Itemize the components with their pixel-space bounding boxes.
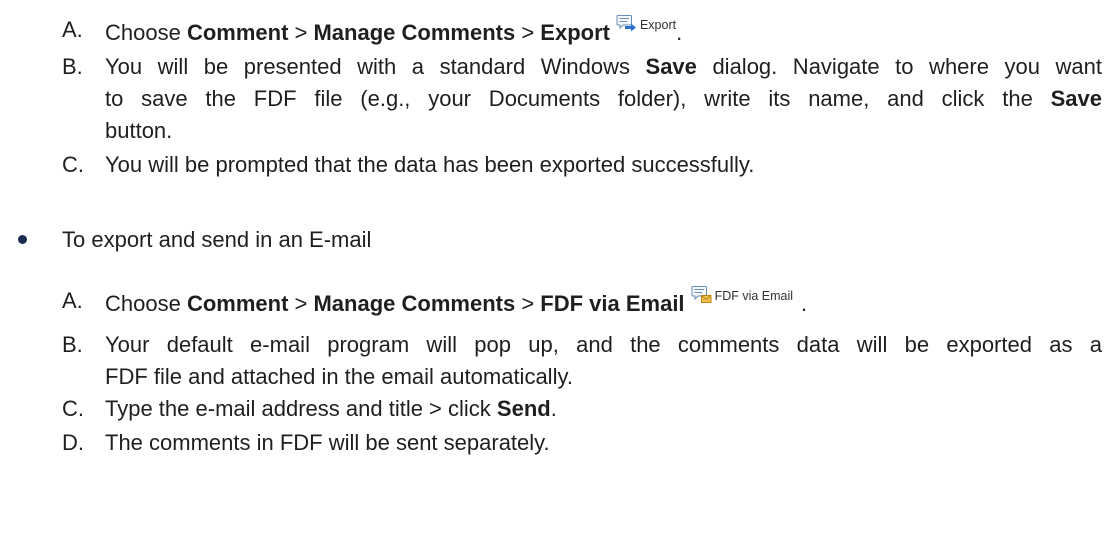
step-text: The comments in FDF will be sent separat… — [105, 430, 550, 455]
comment-email-icon — [691, 286, 712, 303]
step-text-run: to save the FDF file (e.g., your Documen… — [105, 86, 1051, 111]
step-text: Type the e-mail address and title > clic… — [105, 393, 1102, 425]
menu-name-export: Export — [540, 20, 610, 45]
export-step-b-line-2: to save the FDF file (e.g., your Documen… — [0, 83, 1117, 115]
comment-export-icon — [616, 15, 636, 32]
step-marker: B. — [62, 54, 83, 79]
step-text-line: button. — [105, 118, 173, 143]
step-text-run: You will be presented with a standard Wi… — [105, 54, 646, 79]
step-marker: C. — [62, 152, 84, 177]
step-marker: A. — [62, 17, 83, 42]
menu-name-manage-comments: Manage Comments — [313, 20, 516, 45]
sentence-end: . — [801, 291, 808, 316]
bullet-text: To export and send in an E-mail — [62, 227, 372, 252]
menu-separator: > — [515, 20, 541, 45]
email-step-b: B. Your default e-mail program will pop … — [0, 329, 1117, 361]
bullet-icon — [18, 235, 27, 244]
step-marker: D. — [62, 430, 84, 455]
step-marker: A. — [62, 288, 83, 313]
sentence-end: . — [550, 396, 557, 421]
export-step-c: C. You will be prompted that the data ha… — [0, 149, 1117, 181]
export-step-a: A. Choose Comment > Manage Comments > Ex… — [0, 14, 1117, 46]
email-step-a: A. Choose Comment > Manage Comments > FD… — [0, 285, 1117, 317]
step-marker: C. — [62, 396, 84, 421]
email-step-c: C. Type the e-mail address and title > c… — [0, 393, 1117, 425]
step-marker: B. — [62, 332, 83, 357]
email-step-b-line-2: FDF file and attached in the email autom… — [0, 361, 1117, 393]
menu-name-comment: Comment — [186, 291, 289, 316]
step-text: You will be prompted that the data has b… — [105, 152, 755, 177]
step-text: Choose Comment > Manage Comments > FDF v… — [105, 285, 1102, 320]
email-bullet-item: To export and send in an E-mail — [0, 224, 1117, 256]
menu-name-comment: Comment — [186, 20, 289, 45]
menu-separator: > — [515, 291, 541, 316]
step-text-run: Type the e-mail address and title > clic… — [105, 396, 497, 421]
sentence-end: . — [676, 20, 683, 45]
export-toolbar-image: Export — [616, 14, 676, 34]
step-text-run: dialog. Navigate to where you want — [696, 54, 1102, 79]
menu-separator: > — [288, 291, 314, 316]
save-button-name: Save — [1050, 86, 1102, 111]
menu-separator: > — [288, 20, 314, 45]
email-step-d: D. The comments in FDF will be sent sepa… — [0, 427, 1117, 459]
export-step-b-line-3: button. — [0, 115, 1117, 147]
document-page: A. Choose Comment > Manage Comments > Ex… — [0, 0, 1117, 559]
save-dialog-name: Save — [645, 54, 697, 79]
step-text-run: Choose — [105, 20, 187, 45]
menu-name-fdf-via-email: FDF via Email — [540, 291, 685, 316]
step-text-line: Your default e-mail program will pop up,… — [105, 332, 1102, 357]
step-text-line: FDF file and attached in the email autom… — [105, 364, 573, 389]
fdf-via-email-toolbar-label: FDF via Email — [714, 289, 794, 303]
export-step-b: B. You will be presented with a standard… — [0, 51, 1117, 83]
step-text-line: to save the FDF file (e.g., your Documen… — [105, 83, 1102, 115]
step-text-line: You will be presented with a standard Wi… — [105, 51, 1102, 83]
step-text: Choose Comment > Manage Comments > Expor… — [105, 14, 1102, 49]
send-button-name: Send — [496, 396, 551, 421]
export-toolbar-label: Export — [639, 18, 677, 32]
step-text-run: Choose — [105, 291, 187, 316]
fdf-via-email-toolbar-image: FDF via Email — [691, 285, 793, 305]
menu-name-manage-comments: Manage Comments — [313, 291, 516, 316]
